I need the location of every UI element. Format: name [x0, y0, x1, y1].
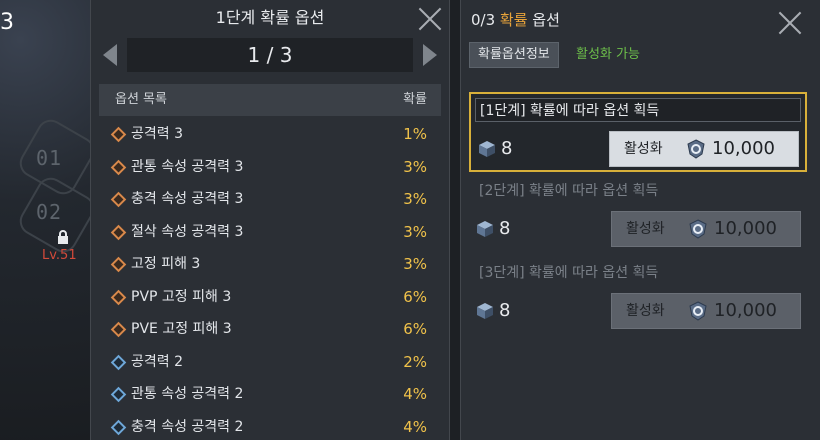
option-rate: 3% [403, 222, 427, 241]
activation-panel: 0/3 확률 옵션 확률옵션정보 활성화 가능 [1단계] 확률에 따라 옵션 … [460, 0, 820, 440]
option-row: 고정 피해 3 3% [99, 248, 441, 281]
activation-available-note: 활성화 가능 [576, 47, 640, 62]
panel-title: 1단계 확률 옵션 [215, 8, 325, 27]
option-rate: 3% [403, 255, 427, 273]
cube-icon [477, 221, 493, 237]
diamond-icon [110, 126, 127, 143]
title-suffix: 옵션 [527, 11, 560, 29]
option-name: 관통 속성 공격력 2 [131, 386, 244, 402]
stage-label: [1단계] 확률에 따라 옵션 획득 [475, 98, 801, 122]
option-row: PVP 고정 피해 3 6% [99, 281, 441, 314]
material-count: 8 [499, 300, 511, 321]
stage-label: [3단계] 확률에 따라 옵션 획득 [479, 265, 659, 281]
option-rate: 4% [403, 417, 427, 436]
column-option-name: 옵션 목록 [115, 92, 167, 107]
option-row: 충격 속성 공격력 3 3% [99, 183, 441, 216]
activate-button[interactable]: 활성화 10,000 [609, 131, 799, 167]
option-name: PVE 고정 피해 3 [131, 321, 232, 337]
option-count: 0/3 [471, 11, 496, 29]
diamond-icon [110, 191, 127, 208]
option-list[interactable]: 공격력 3 1% 관통 속성 공격력 3 3% 충격 속성 공격력 3 3% 절삭 속성 공… [99, 118, 441, 440]
lock-icon [58, 230, 68, 244]
coin-icon [687, 139, 705, 159]
activate-button[interactable]: 활성화 10,000 [611, 211, 801, 247]
diamond-icon [110, 159, 127, 175]
activate-button[interactable]: 활성화 10,000 [611, 293, 801, 329]
activate-label: 활성화 [624, 141, 663, 157]
page-indicator: 1 / 3 [127, 38, 413, 72]
step-02-label: 02 [36, 200, 63, 224]
step-01-label: 01 [36, 146, 63, 170]
option-row: 관통 속성 공격력 2 4% [99, 378, 441, 411]
option-rate: 2% [403, 352, 427, 371]
activate-cost: 10,000 [714, 300, 777, 321]
diamond-icon [110, 321, 127, 338]
diamond-icon [110, 354, 127, 370]
option-name: 공격력 3 [131, 126, 183, 142]
coin-icon [689, 219, 707, 239]
diamond-icon [110, 289, 127, 305]
page-selector: 1 / 3 [99, 38, 441, 72]
column-rate: 확률 [403, 92, 427, 107]
chevron-left-icon[interactable] [103, 44, 117, 66]
option-rate: 6% [403, 320, 427, 338]
activate-cost: 10,000 [712, 138, 775, 159]
background-corner-text: 3 [0, 10, 14, 35]
material-count: 8 [501, 138, 513, 159]
option-rate: 1% [403, 125, 427, 143]
stage-card[interactable]: [2단계] 확률에 따라 옵션 획득 8 활성화 10,000 [469, 174, 807, 254]
cube-icon [477, 303, 493, 319]
option-name: 충격 속성 공격력 3 [131, 191, 244, 207]
option-name: 절삭 속성 공격력 3 [131, 223, 244, 240]
diamond-icon [110, 419, 127, 435]
stage-label: [2단계] 확률에 따라 옵션 획득 [479, 183, 659, 199]
close-icon[interactable] [417, 6, 443, 32]
close-icon[interactable] [777, 10, 803, 36]
option-rate: 4% [403, 385, 427, 403]
activate-cost: 10,000 [714, 218, 777, 239]
option-rate: 3% [403, 157, 427, 176]
activate-label: 활성화 [626, 221, 665, 237]
option-row: PVE 고정 피해 3 6% [99, 313, 441, 346]
chevron-right-icon[interactable] [423, 44, 437, 66]
probability-info-button[interactable]: 확률옵션정보 [469, 42, 559, 68]
option-name: 고정 피해 3 [131, 256, 201, 272]
option-name: 충격 속성 공격력 2 [131, 418, 244, 435]
option-rate: 6% [403, 287, 427, 306]
option-name: 관통 속성 공격력 3 [131, 158, 244, 175]
option-row: 절삭 속성 공격력 3 3% [99, 216, 441, 249]
cube-icon [479, 141, 495, 157]
option-row: 공격력 2 2% [99, 346, 441, 379]
option-name: PVP 고정 피해 3 [131, 288, 232, 305]
stage-card[interactable]: [1단계] 확률에 따라 옵션 획득 8 활성화 10,000 [469, 92, 807, 172]
option-rate: 3% [403, 190, 427, 208]
option-row: 충격 속성 공격력 2 4% [99, 411, 441, 440]
coin-icon [689, 301, 707, 321]
diamond-icon [110, 386, 127, 403]
option-row: 관통 속성 공격력 3 3% [99, 151, 441, 184]
activation-title: 0/3 확률 옵션 [471, 8, 560, 32]
background-map: 3 01 02 Lv.51 [0, 0, 100, 440]
activate-label: 활성화 [626, 303, 665, 319]
title-highlight: 확률 [499, 11, 528, 29]
diamond-icon [110, 224, 127, 240]
level-label: Lv.51 [42, 248, 77, 263]
option-name: 공격력 2 [131, 353, 183, 370]
material-count: 8 [499, 218, 511, 239]
diamond-icon [110, 256, 127, 273]
probability-panel: 1단계 확률 옵션 1 / 3 옵션 목록 확률 공격력 3 1% 관통 속성 공격… [90, 0, 450, 440]
option-row: 공격력 3 1% [99, 118, 441, 151]
stage-card[interactable]: [3단계] 확률에 따라 옵션 획득 8 활성화 10,000 [469, 256, 807, 336]
option-list-header: 옵션 목록 확률 [99, 84, 441, 116]
